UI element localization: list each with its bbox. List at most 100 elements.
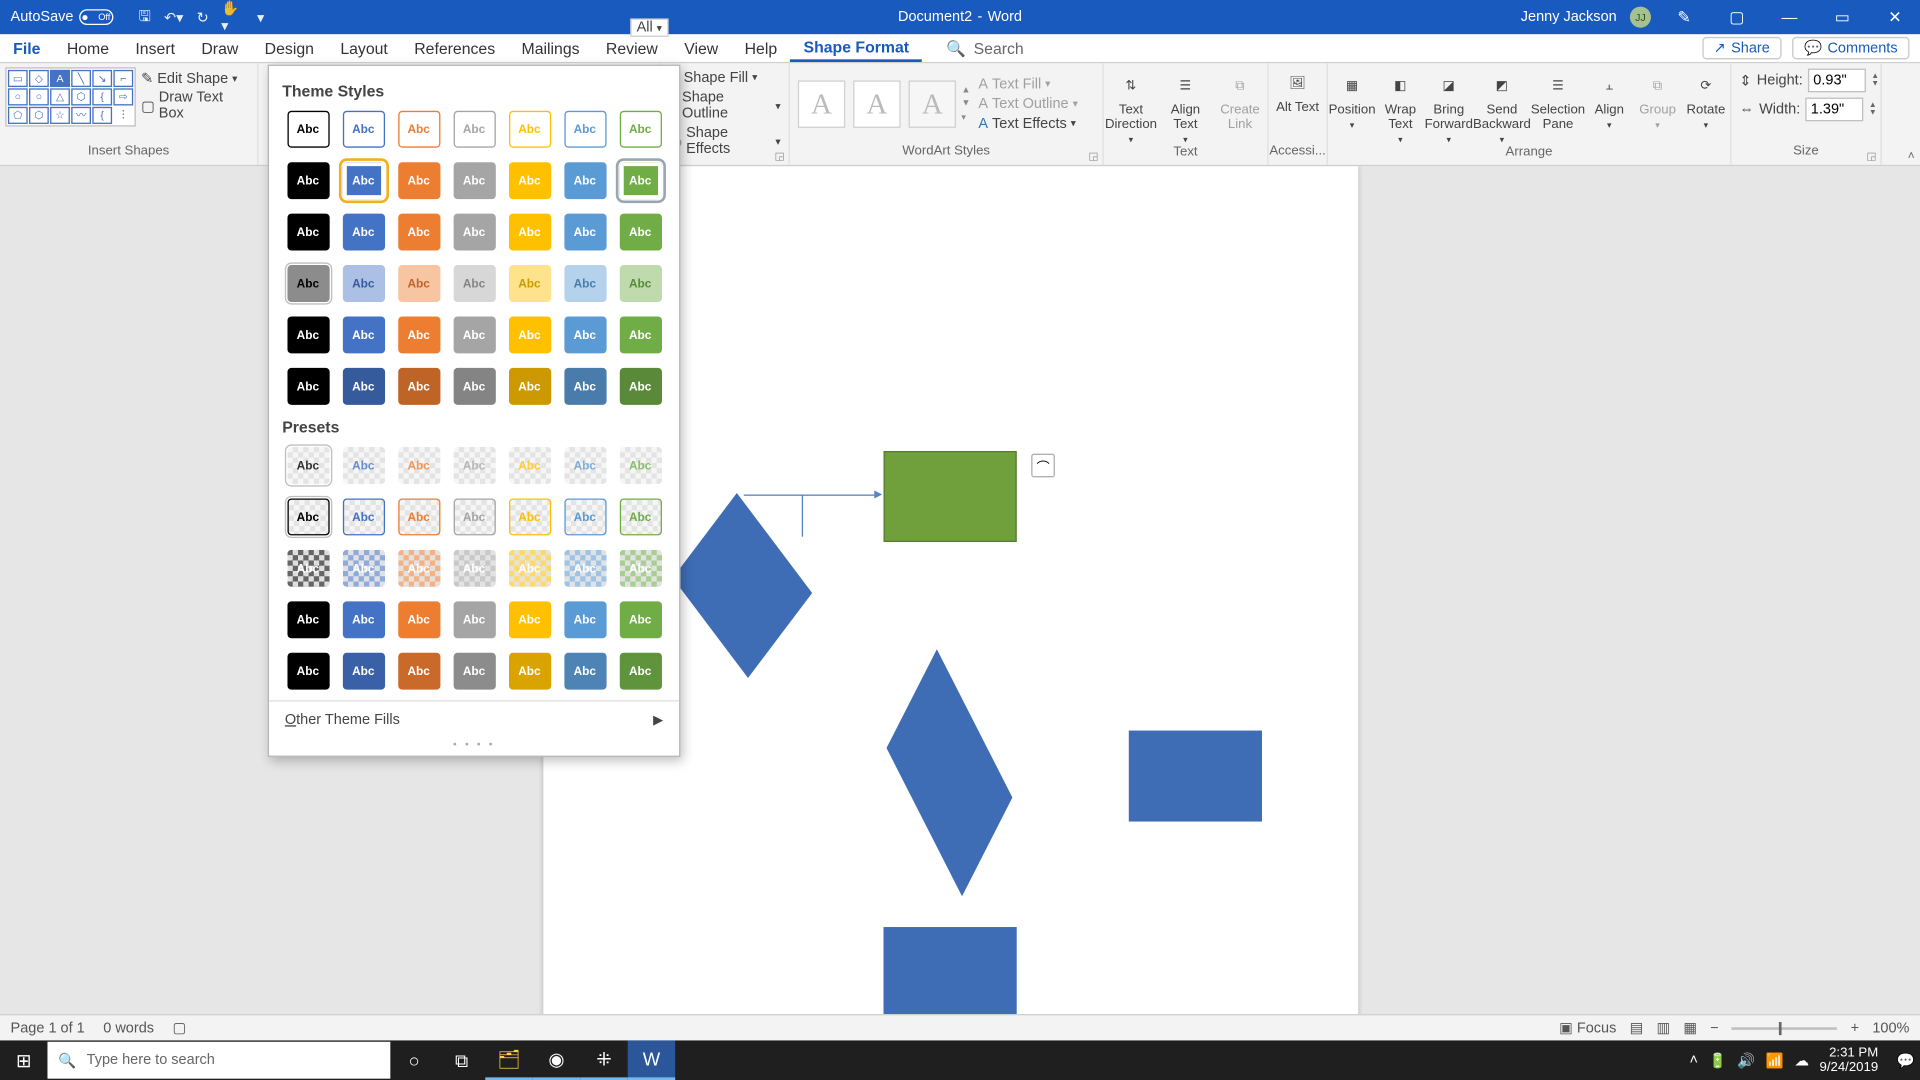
- theme-style-swatch[interactable]: Abc: [508, 214, 550, 251]
- theme-style-swatch[interactable]: Abc: [508, 368, 550, 405]
- tab-layout[interactable]: Layout: [327, 34, 401, 62]
- preset-style-swatch[interactable]: Abc: [287, 447, 329, 484]
- theme-style-swatch[interactable]: Abc: [619, 214, 661, 251]
- close-button[interactable]: ✕: [1875, 8, 1915, 26]
- shape-styles-launcher[interactable]: ◲: [775, 150, 785, 162]
- preset-style-swatch[interactable]: Abc: [342, 653, 384, 690]
- wordart-style-3[interactable]: A: [909, 80, 956, 127]
- theme-style-swatch[interactable]: Abc: [342, 368, 384, 405]
- slack-icon[interactable]: ⁜: [580, 1040, 627, 1080]
- onedrive-icon[interactable]: ☁: [1794, 1052, 1809, 1069]
- autosave-toggle[interactable]: Off: [79, 9, 113, 25]
- theme-style-swatch[interactable]: Abc: [342, 162, 384, 199]
- task-view-icon[interactable]: ⧉: [438, 1040, 485, 1080]
- bring-forward-button[interactable]: ◪Bring Forward▾: [1425, 66, 1473, 145]
- share-button[interactable]: ↗Share: [1702, 37, 1782, 59]
- touch-mode-icon[interactable]: ✋▾: [221, 7, 242, 28]
- tab-references[interactable]: References: [401, 34, 508, 62]
- theme-style-swatch[interactable]: Abc: [619, 368, 661, 405]
- preset-style-swatch[interactable]: Abc: [287, 653, 329, 690]
- volume-icon[interactable]: 🔊: [1737, 1052, 1755, 1069]
- page-indicator[interactable]: Page 1 of 1: [11, 1020, 85, 1036]
- user-avatar[interactable]: JJ: [1630, 7, 1651, 28]
- tray-expand-icon[interactable]: ˄: [1690, 1052, 1698, 1068]
- preset-style-swatch[interactable]: Abc: [453, 601, 495, 638]
- text-fill-button[interactable]: AText Fill ▾: [978, 76, 1077, 92]
- minimize-button[interactable]: —: [1770, 8, 1810, 26]
- preset-style-swatch[interactable]: Abc: [619, 498, 661, 535]
- preset-style-swatch[interactable]: Abc: [453, 447, 495, 484]
- comments-button[interactable]: 💬Comments: [1792, 37, 1909, 59]
- theme-style-swatch[interactable]: Abc: [508, 265, 550, 302]
- shape-outline-button[interactable]: ✎Shape Outline ▾: [666, 90, 781, 122]
- preset-style-swatch[interactable]: Abc: [508, 601, 550, 638]
- taskbar-search[interactable]: 🔍 Type here to search: [47, 1042, 390, 1079]
- theme-style-swatch[interactable]: Abc: [342, 265, 384, 302]
- undo-icon[interactable]: ↶▾: [163, 7, 184, 28]
- preset-style-swatch[interactable]: Abc: [453, 550, 495, 587]
- preset-style-swatch[interactable]: Abc: [287, 498, 329, 535]
- preset-style-swatch[interactable]: Abc: [619, 601, 661, 638]
- tab-mailings[interactable]: Mailings: [508, 34, 592, 62]
- cortana-icon[interactable]: ○: [390, 1040, 437, 1080]
- theme-style-swatch[interactable]: Abc: [453, 111, 495, 148]
- width-input[interactable]: [1806, 98, 1864, 122]
- layout-options-icon[interactable]: ⌒: [1031, 454, 1055, 478]
- preset-style-swatch[interactable]: Abc: [564, 601, 606, 638]
- notifications-icon[interactable]: 💬: [1897, 1052, 1915, 1069]
- preset-style-swatch[interactable]: Abc: [619, 653, 661, 690]
- shape-fill-button[interactable]: ◪Shape Fill ▾: [666, 69, 781, 86]
- wordart-style-2[interactable]: A: [853, 80, 900, 127]
- wordart-launcher[interactable]: ◲: [1088, 150, 1098, 162]
- align-text-button[interactable]: ☰Align Text▾: [1158, 66, 1212, 145]
- position-button[interactable]: ▦Position▾: [1328, 66, 1376, 131]
- zoom-slider[interactable]: [1732, 1027, 1837, 1030]
- preset-style-swatch[interactable]: Abc: [453, 653, 495, 690]
- theme-style-swatch[interactable]: Abc: [508, 316, 550, 353]
- tab-help[interactable]: Help: [731, 34, 790, 62]
- theme-style-swatch[interactable]: Abc: [619, 265, 661, 302]
- preset-style-swatch[interactable]: Abc: [398, 498, 440, 535]
- theme-style-swatch[interactable]: Abc: [342, 316, 384, 353]
- preset-style-swatch[interactable]: Abc: [398, 550, 440, 587]
- other-theme-fills[interactable]: OOther Theme Fillsther Theme Fills ▶: [269, 700, 679, 738]
- wifi-icon[interactable]: 📶: [1766, 1052, 1784, 1069]
- theme-style-swatch[interactable]: Abc: [342, 214, 384, 251]
- text-outline-button[interactable]: AText Outline ▾: [978, 96, 1077, 112]
- size-launcher[interactable]: ◲: [1867, 150, 1877, 162]
- battery-icon[interactable]: 🔋: [1709, 1052, 1727, 1069]
- selection-pane-button[interactable]: ☰Selection Pane: [1531, 66, 1585, 132]
- coming-soon-icon[interactable]: ✎: [1664, 8, 1704, 26]
- theme-style-swatch[interactable]: Abc: [619, 111, 661, 148]
- theme-style-swatch[interactable]: Abc: [342, 111, 384, 148]
- preset-style-swatch[interactable]: Abc: [564, 550, 606, 587]
- preset-style-swatch[interactable]: Abc: [398, 601, 440, 638]
- preset-style-swatch[interactable]: Abc: [564, 498, 606, 535]
- tab-shape-format[interactable]: Shape Format: [790, 34, 922, 62]
- zoom-out[interactable]: −: [1710, 1020, 1718, 1036]
- user-name[interactable]: Jenny Jackson: [1521, 9, 1617, 25]
- shape-rectangle-blue-1[interactable]: [1129, 731, 1262, 822]
- theme-style-swatch[interactable]: Abc: [564, 316, 606, 353]
- theme-style-swatch[interactable]: Abc: [287, 162, 329, 199]
- word-count[interactable]: 0 words: [103, 1020, 154, 1036]
- theme-style-swatch[interactable]: Abc: [564, 162, 606, 199]
- theme-style-swatch[interactable]: Abc: [287, 111, 329, 148]
- text-direction-button[interactable]: ⇅Text Direction▾: [1104, 66, 1158, 145]
- alt-text-button[interactable]: 🖼Alt Text: [1269, 63, 1327, 114]
- theme-style-swatch[interactable]: Abc: [398, 214, 440, 251]
- preset-style-swatch[interactable]: Abc: [564, 447, 606, 484]
- tab-draw[interactable]: Draw: [188, 34, 251, 62]
- theme-style-swatch[interactable]: Abc: [398, 111, 440, 148]
- preset-style-swatch[interactable]: Abc: [398, 653, 440, 690]
- shapes-gallery-mini[interactable]: ▭◇A╲↘⌐ ○○△⬡{⇨ ⬠⬡☆〰{⋮: [5, 67, 136, 126]
- theme-style-swatch[interactable]: Abc: [453, 214, 495, 251]
- tab-design[interactable]: Design: [251, 34, 327, 62]
- width-spinner[interactable]: ▲▼: [1869, 102, 1882, 118]
- align-button[interactable]: ⫠Align▾: [1585, 66, 1633, 131]
- theme-style-swatch[interactable]: Abc: [287, 368, 329, 405]
- theme-style-swatch[interactable]: Abc: [564, 368, 606, 405]
- preset-style-swatch[interactable]: Abc: [564, 653, 606, 690]
- zoom-value[interactable]: 100%: [1872, 1020, 1909, 1036]
- shape-rectangle-green[interactable]: [884, 451, 1017, 542]
